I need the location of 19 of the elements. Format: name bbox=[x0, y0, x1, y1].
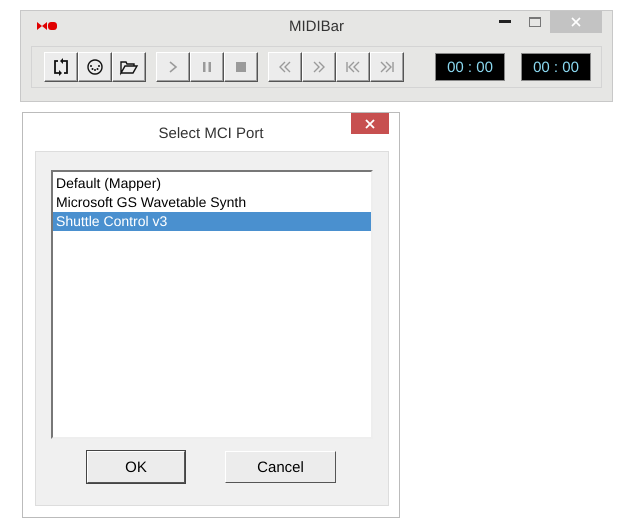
port-item[interactable]: Microsoft GS Wavetable Synth bbox=[53, 193, 371, 212]
midi-port-icon bbox=[85, 58, 105, 76]
time-display: 00 : 00 bbox=[435, 53, 505, 81]
loop-button[interactable] bbox=[44, 52, 78, 82]
close-button[interactable] bbox=[351, 113, 389, 134]
time-display: 00 : 00 bbox=[521, 53, 591, 81]
ok-button[interactable]: OK bbox=[87, 451, 185, 483]
close-icon bbox=[365, 118, 375, 128]
window-title: MIDIBar bbox=[289, 18, 344, 35]
minimize-icon bbox=[499, 20, 511, 24]
port-item[interactable]: Default (Mapper) bbox=[53, 174, 371, 193]
dialog-title: Select MCI Port bbox=[158, 125, 264, 142]
close-icon bbox=[571, 17, 581, 27]
cancel-button[interactable]: Cancel bbox=[225, 451, 336, 483]
maximize-icon bbox=[529, 17, 541, 27]
app-logo-icon bbox=[36, 20, 58, 32]
loop-arrows-icon bbox=[51, 58, 71, 76]
port-button[interactable] bbox=[78, 52, 112, 82]
open-button[interactable] bbox=[112, 52, 146, 82]
